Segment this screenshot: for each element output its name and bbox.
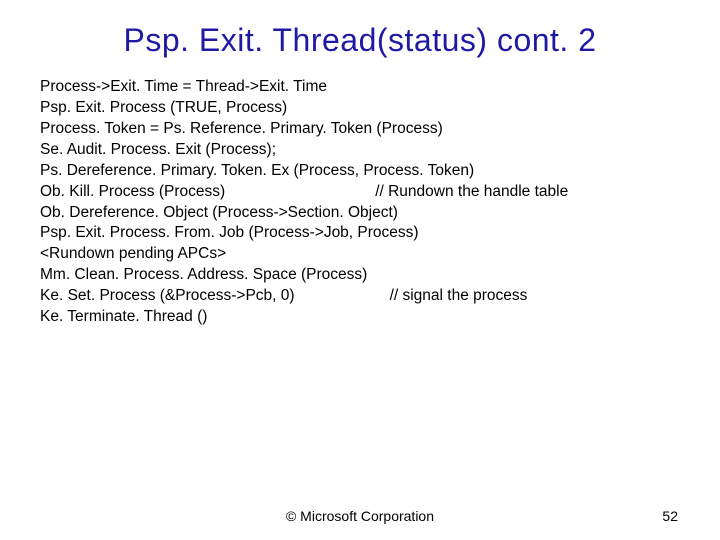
code-line: Ke. Terminate. Thread (): [40, 307, 680, 328]
code-text: Se. Audit. Process. Exit (Process);: [40, 140, 276, 161]
slide-body: Process->Exit. Time = Thread->Exit. Time…: [40, 77, 680, 328]
code-text: Ke. Set. Process (&Process->Pcb, 0): [40, 286, 295, 307]
page-number: 52: [662, 508, 678, 524]
code-line: <Rundown pending APCs>: [40, 244, 680, 265]
code-line: Psp. Exit. Process. From. Job (Process->…: [40, 223, 680, 244]
slide: Psp. Exit. Thread(status) cont. 2 Proces…: [0, 0, 720, 540]
code-text: Ob. Kill. Process (Process): [40, 182, 225, 203]
code-line: Process. Token = Ps. Reference. Primary.…: [40, 119, 680, 140]
code-comment: // signal the process: [390, 286, 528, 307]
spacer: [295, 286, 390, 307]
code-line: Ob. Kill. Process (Process) // Rundown th…: [40, 182, 680, 203]
code-line: Process->Exit. Time = Thread->Exit. Time: [40, 77, 680, 98]
code-text: Process->Exit. Time = Thread->Exit. Time: [40, 77, 327, 98]
code-text: Process. Token = Ps. Reference. Primary.…: [40, 119, 443, 140]
slide-title: Psp. Exit. Thread(status) cont. 2: [40, 22, 680, 59]
code-text: Psp. Exit. Process (TRUE, Process): [40, 98, 287, 119]
code-text: Ps. Dereference. Primary. Token. Ex (Pro…: [40, 161, 474, 182]
code-line: Ob. Dereference. Object (Process->Sectio…: [40, 203, 680, 224]
code-line: Mm. Clean. Process. Address. Space (Proc…: [40, 265, 680, 286]
code-text: Mm. Clean. Process. Address. Space (Proc…: [40, 265, 367, 286]
code-text: <Rundown pending APCs>: [40, 244, 226, 265]
code-line: Ps. Dereference. Primary. Token. Ex (Pro…: [40, 161, 680, 182]
spacer: [225, 182, 375, 203]
code-line: Ke. Set. Process (&Process->Pcb, 0) // si…: [40, 286, 680, 307]
code-text: Ob. Dereference. Object (Process->Sectio…: [40, 203, 398, 224]
copyright-text: © Microsoft Corporation: [286, 508, 434, 524]
code-line: Psp. Exit. Process (TRUE, Process): [40, 98, 680, 119]
code-line: Se. Audit. Process. Exit (Process);: [40, 140, 680, 161]
code-comment: // Rundown the handle table: [375, 182, 568, 203]
code-text: Psp. Exit. Process. From. Job (Process->…: [40, 223, 419, 244]
code-text: Ke. Terminate. Thread (): [40, 307, 207, 328]
